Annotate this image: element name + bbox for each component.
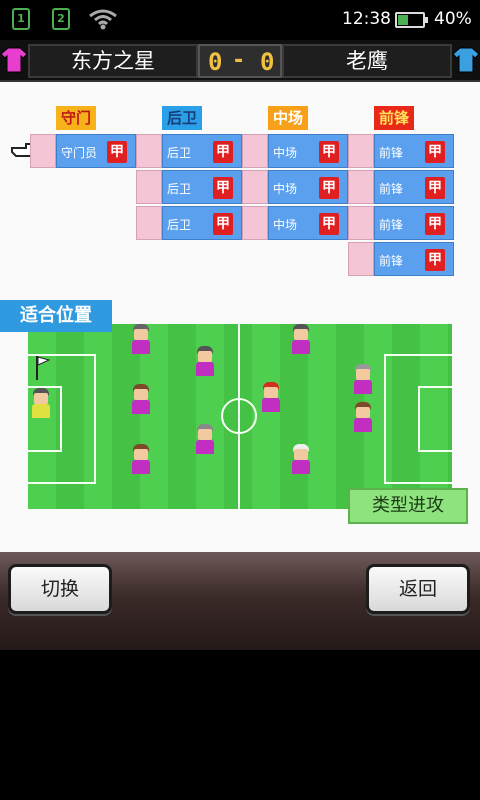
player-card: 后卫 甲 [162,206,242,240]
bottom-bar: 切换 返回 [0,552,480,650]
pitch-player-goalkeeper[interactable] [30,388,52,418]
home-score: 0 [208,48,223,76]
player-card: 前锋 甲 [374,170,454,204]
scoreboard: 东方之星 0 - 0 老鹰 [0,40,480,82]
status-bar: 1 2 12:38 40% [0,0,480,40]
away-score: 0 [260,48,275,76]
player-avatar [136,134,162,168]
battery-percentage: 40% [434,9,472,29]
slot-defender[interactable]: 后卫 甲 [136,206,242,240]
grade-badge: 甲 [425,177,445,199]
player-avatar [242,134,268,168]
grade-badge: 甲 [107,141,127,163]
pitch-player-midfielder[interactable] [260,382,282,412]
grade-badge: 甲 [213,177,233,199]
back-button[interactable]: 返回 [366,564,470,614]
player-role: 前锋 [379,182,404,196]
player-card: 中场 甲 [268,206,348,240]
wifi-icon [89,9,117,30]
player-card: 后卫 甲 [162,134,242,168]
slot-midfielder[interactable]: 中场 甲 [242,134,348,168]
pitch-player-defender[interactable] [130,444,152,474]
player-role: 后卫 [167,218,192,232]
football-pitch [28,324,452,509]
pitch-player-midfielder[interactable] [194,346,216,376]
grade-badge: 甲 [319,141,339,163]
player-role: 中场 [273,218,298,232]
slot-defender[interactable]: 后卫 甲 [136,134,242,168]
slot-midfielder[interactable]: 中场 甲 [242,170,348,204]
pitch-player-forward[interactable] [352,364,374,394]
away-team-name: 老鹰 [282,44,452,78]
battery-icon [395,12,428,28]
status-time: 12:38 [342,9,391,29]
player-card: 守门员 甲 [56,134,136,168]
pitch-player-defender[interactable] [130,384,152,414]
slot-forward[interactable]: 前锋 甲 [348,170,454,204]
player-role: 中场 [273,182,298,196]
center-circle [221,398,257,434]
player-role: 前锋 [379,146,404,160]
grade-badge: 甲 [213,141,233,163]
sim2-icon: 2 [52,8,70,30]
slot-defender[interactable]: 后卫 甲 [136,170,242,204]
away-jersey-icon [452,47,480,73]
tactic-type-button[interactable]: 类型进攻 [348,488,468,524]
switch-button[interactable]: 切换 [8,564,112,614]
player-card: 后卫 甲 [162,170,242,204]
player-role: 守门员 [61,146,98,160]
player-card: 前锋 甲 [374,206,454,240]
header-goalkeeper: 守门员 [56,106,96,151]
home-team-name: 东方之星 [28,44,198,78]
player-avatar [348,134,374,168]
slot-midfielder[interactable]: 中场 甲 [242,206,348,240]
player-card: 前锋 甲 [374,242,454,276]
slot-forward[interactable]: 前锋 甲 [348,134,454,168]
grade-badge: 甲 [213,213,233,235]
player-avatar [30,134,56,168]
player-avatar [348,170,374,204]
grade-badge: 甲 [319,177,339,199]
player-card: 中场 甲 [268,170,348,204]
player-avatar [348,242,374,276]
player-avatar [136,206,162,240]
home-jersey-icon [0,47,28,73]
pitch-player-forward[interactable] [290,324,312,354]
score-box: 0 - 0 [198,44,282,78]
pitch-player-midfielder[interactable] [194,424,216,454]
flag-icon [36,356,51,380]
pitch-player-defender[interactable] [130,324,152,354]
player-role: 前锋 [379,218,404,232]
player-role: 中场 [273,146,298,160]
header-midfielder: 中场 [268,106,308,130]
pitch-player-forward[interactable] [290,444,312,474]
pitch-player-forward[interactable] [352,402,374,432]
grade-badge: 甲 [319,213,339,235]
suitable-position-label: 适合位置 [0,300,112,332]
slot-forward[interactable]: 前锋 甲 [348,206,454,240]
player-card: 中场 甲 [268,134,348,168]
player-avatar [242,170,268,204]
player-avatar [348,206,374,240]
player-role: 后卫 [167,146,192,160]
grade-badge: 甲 [425,249,445,271]
grade-badge: 甲 [425,213,445,235]
player-card: 前锋 甲 [374,134,454,168]
score-separator: - [234,48,244,73]
header-forward: 前锋 [374,106,414,130]
player-avatar [242,206,268,240]
battery-fill [398,15,409,25]
slot-forward[interactable]: 前锋 甲 [348,242,454,276]
player-role: 前锋 [379,254,404,268]
right-goal-box [418,386,452,452]
player-avatar [136,170,162,204]
header-defender: 后卫 [162,106,202,130]
slot-goalkeeper[interactable]: 守门员 甲 [30,134,136,168]
player-role: 后卫 [167,182,192,196]
grade-badge: 甲 [425,141,445,163]
sim1-icon: 1 [12,8,30,30]
